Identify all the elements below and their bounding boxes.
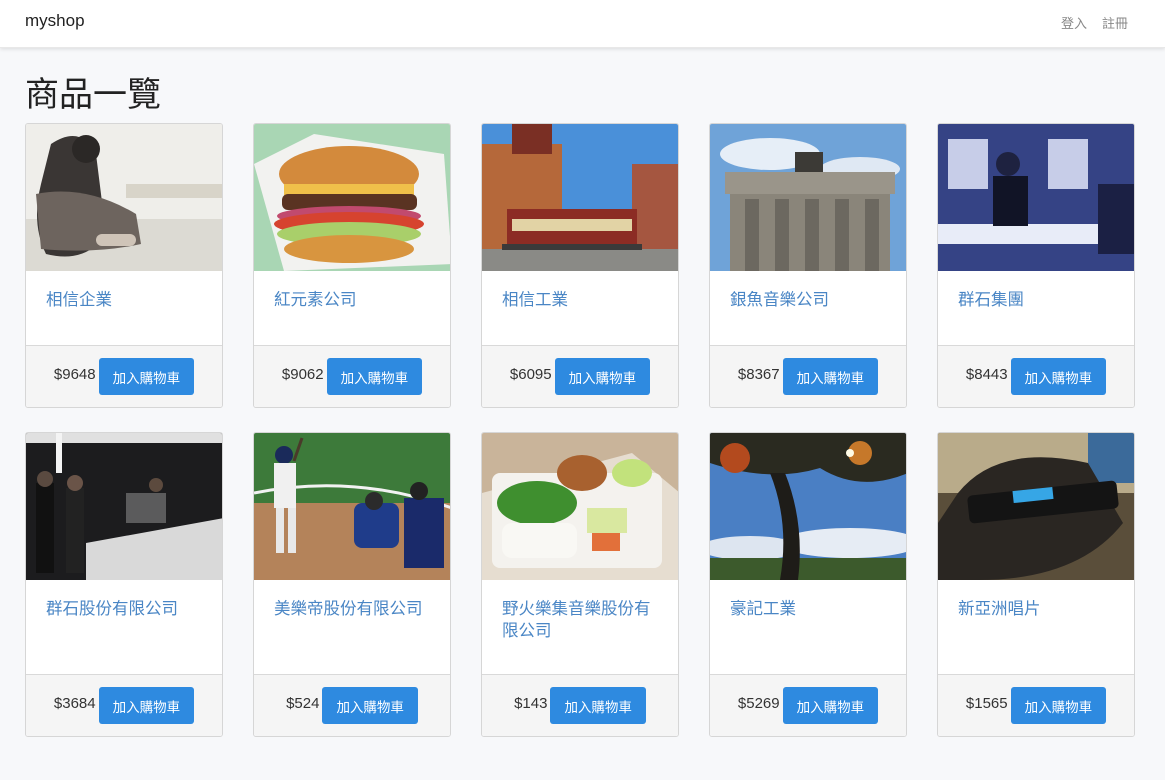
add-to-cart-button[interactable]: 加入購物車 [782, 687, 879, 724]
product-price: $143 [514, 695, 548, 712]
product-body: 群石集團 [938, 271, 1134, 345]
product-price: $524 [286, 695, 320, 712]
product-body: 紅元素公司 [254, 271, 450, 345]
product-card: 銀魚音樂公司 $8367 加入購物車 [709, 123, 907, 408]
product-price: $5269 [737, 695, 780, 712]
product-price: $9648 [53, 366, 96, 383]
product-footer: $8367 加入購物車 [710, 345, 906, 407]
product-footer: $6095 加入購物車 [482, 345, 678, 407]
product-price: $1565 [965, 695, 1008, 712]
bento-box-photo [482, 433, 678, 580]
baseball-batter-photo [254, 433, 450, 580]
woman-sitting-photo [26, 124, 222, 271]
product-footer: $9062 加入購物車 [254, 345, 450, 407]
product-image[interactable] [482, 124, 678, 271]
product-body: 新亞洲唱片 [938, 580, 1134, 674]
product-name-link[interactable]: 相信工業 [502, 290, 568, 309]
product-image[interactable] [938, 433, 1134, 580]
product-name-link[interactable]: 群石集團 [958, 290, 1024, 309]
product-name-link[interactable]: 銀魚音樂公司 [730, 290, 829, 309]
add-to-cart-button[interactable]: 加入購物車 [1010, 687, 1107, 724]
product-name-link[interactable]: 野火樂集音樂股份有限公司 [502, 599, 651, 640]
product-price: $6095 [509, 366, 552, 383]
top-navbar: myshop 登入 註冊 [0, 0, 1165, 48]
add-to-cart-button[interactable]: 加入購物車 [550, 687, 646, 724]
login-link[interactable]: 登入 [1061, 13, 1087, 32]
product-card: 豪記工業 $5269 加入購物車 [709, 432, 907, 737]
product-card: 群石集團 $8443 加入購物車 [937, 123, 1135, 408]
product-footer: $3684 加入購物車 [26, 674, 222, 736]
product-image[interactable] [26, 124, 222, 271]
product-body: 相信企業 [26, 271, 222, 345]
product-price: $8443 [965, 366, 1008, 383]
product-name-link[interactable]: 美樂帝股份有限公司 [274, 599, 423, 618]
product-name-link[interactable]: 群石股份有限公司 [46, 599, 178, 618]
product-footer: $8443 加入購物車 [938, 345, 1134, 407]
product-card: 美樂帝股份有限公司 $524 加入購物車 [253, 432, 451, 737]
add-to-cart-button[interactable]: 加入購物車 [554, 358, 651, 395]
product-footer: $1565 加入購物車 [938, 674, 1134, 736]
product-name-link[interactable]: 新亞洲唱片 [958, 599, 1041, 618]
product-card: 紅元素公司 $9062 加入購物車 [253, 123, 451, 408]
product-image[interactable] [710, 124, 906, 271]
cable-car-street-photo [482, 124, 678, 271]
product-body: 相信工業 [482, 271, 678, 345]
product-footer: $524 加入購物車 [254, 674, 450, 736]
product-image[interactable] [26, 433, 222, 580]
brand-link[interactable]: myshop [25, 11, 85, 31]
product-footer: $9648 加入購物車 [26, 345, 222, 407]
product-card: 新亞洲唱片 $1565 加入購物車 [937, 432, 1135, 737]
product-body: 銀魚音樂公司 [710, 271, 906, 345]
add-to-cart-button[interactable]: 加入購物車 [1010, 358, 1107, 395]
bar-crowd-photo [26, 433, 222, 580]
add-to-cart-button[interactable]: 加入購物車 [322, 687, 418, 724]
hamburger-photo [254, 124, 450, 271]
product-body: 美樂帝股份有限公司 [254, 580, 450, 674]
sony-walkman-photo [938, 433, 1134, 580]
product-body: 群石股份有限公司 [26, 580, 222, 674]
product-name-link[interactable]: 豪記工業 [730, 599, 796, 618]
product-footer: $143 加入購物車 [482, 674, 678, 736]
brandenburg-gate-photo [710, 124, 906, 271]
product-body: 野火樂集音樂股份有限公司 [482, 580, 678, 674]
product-body: 豪記工業 [710, 580, 906, 674]
product-footer: $5269 加入購物車 [710, 674, 906, 736]
product-name-link[interactable]: 相信企業 [46, 290, 112, 309]
product-price: $9062 [281, 366, 324, 383]
add-to-cart-button[interactable]: 加入購物車 [98, 358, 195, 395]
product-card: 相信工業 $6095 加入購物車 [481, 123, 679, 408]
product-grid: 相信企業 $9648 加入購物車 紅元素公司 $9062 加入購物車 相信工業 … [25, 123, 1136, 737]
add-to-cart-button[interactable]: 加入購物車 [782, 358, 879, 395]
nav-links: 登入 註冊 [1061, 13, 1128, 32]
bartender-photo [938, 124, 1134, 271]
product-image[interactable] [254, 124, 450, 271]
product-card: 野火樂集音樂股份有限公司 $143 加入購物車 [481, 432, 679, 737]
product-name-link[interactable]: 紅元素公司 [274, 290, 357, 309]
product-price: $3684 [53, 695, 96, 712]
product-image[interactable] [938, 124, 1134, 271]
add-to-cart-button[interactable]: 加入購物車 [98, 687, 195, 724]
add-to-cart-button[interactable]: 加入購物車 [326, 358, 423, 395]
product-card: 群石股份有限公司 $3684 加入購物車 [25, 432, 223, 737]
product-image[interactable] [482, 433, 678, 580]
page-title: 商品一覽 [25, 75, 161, 115]
product-image[interactable] [710, 433, 906, 580]
product-image[interactable] [254, 433, 450, 580]
product-price: $8367 [737, 366, 780, 383]
product-card: 相信企業 $9648 加入購物車 [25, 123, 223, 408]
register-link[interactable]: 註冊 [1102, 13, 1128, 32]
autumn-tree-photo [710, 433, 906, 580]
